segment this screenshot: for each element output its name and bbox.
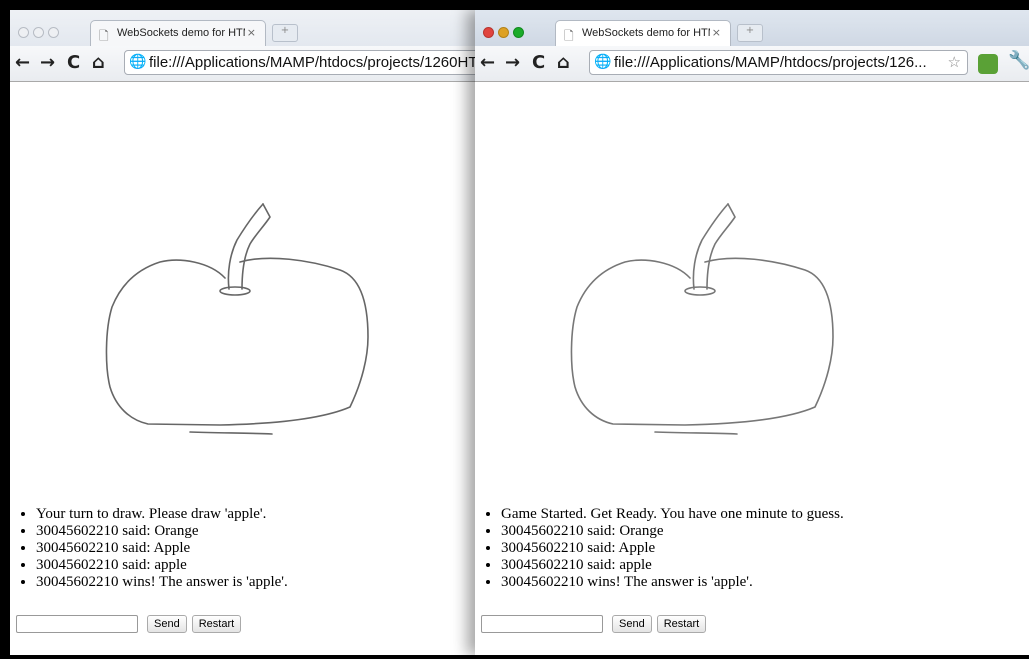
zoom-window-button[interactable] [513,27,524,38]
tab-strip: 🗋 WebSockets demo for HTML5 × + [10,10,475,46]
right-browser-window: 🗋 WebSockets demo for HTML5 × + ← → C ⌂ … [475,10,1029,655]
send-button[interactable]: Send [612,614,652,633]
apple-hole-stroke [219,286,251,296]
browser-tab[interactable]: 🗋 WebSockets demo for HTML5 × [555,20,731,46]
zoom-window-button[interactable] [48,27,59,38]
address-bar[interactable]: 🌐 file:///Applications/MAMP/htdocs/proje… [124,50,475,75]
left-browser-window: 🗋 WebSockets demo for HTML5 × + ← → C ⌂ … [10,10,475,655]
back-arrow-icon[interactable]: ← [480,52,495,73]
new-tab-button[interactable]: + [737,24,763,42]
url-text: file:///Applications/MAMP/htdocs/project… [614,54,927,71]
globe-icon: 🌐 [129,54,147,70]
message-list: Game Started. Get Ready. You have one mi… [475,506,844,591]
minimize-window-button[interactable] [33,27,44,38]
message-input[interactable] [481,614,603,633]
list-item: Game Started. Get Ready. You have one mi… [501,506,844,523]
url-text: file:///Applications/MAMP/htdocs/project… [149,54,475,71]
list-item: 30045602210 said: Orange [501,523,844,540]
drawing-canvas[interactable] [475,82,1029,502]
apple-stem-right-stroke [241,203,271,290]
page-icon: 🗋 [99,29,109,43]
tab-close-icon[interactable]: × [712,26,721,39]
apple-stem-left-stroke [692,203,729,290]
tab-close-icon[interactable]: × [247,26,256,39]
apple-stem-right-stroke [706,203,736,290]
new-tab-button[interactable]: + [272,24,298,42]
page-icon: 🗋 [564,29,574,43]
list-item: 30045602210 said: Apple [36,540,288,557]
drawing-canvas[interactable] [10,82,475,502]
apple-bottom-stroke [654,431,738,435]
list-item: Your turn to draw. Please draw 'apple'. [36,506,288,523]
home-icon[interactable]: ⌂ [92,52,105,73]
home-icon[interactable]: ⌂ [557,52,570,73]
minimize-window-button[interactable] [498,27,509,38]
page-content: Game Started. Get Ready. You have one mi… [475,82,1029,655]
list-item: 30045602210 said: apple [501,557,844,574]
back-arrow-icon[interactable]: ← [15,52,30,73]
restart-button[interactable]: Restart [191,614,242,633]
tab-strip: 🗋 WebSockets demo for HTML5 × + [475,10,1029,46]
browser-toolbar: ← → C ⌂ 🌐 file:///Applications/MAMP/htdo… [475,46,1029,82]
wrench-icon[interactable]: 🔧 [1008,50,1029,71]
list-item: 30045602210 wins! The answer is 'apple'. [501,574,844,591]
list-item: 30045602210 said: Orange [36,523,288,540]
tab-title: WebSockets demo for HTML5 [117,27,245,39]
list-item: 30045602210 said: apple [36,557,288,574]
message-list: Your turn to draw. Please draw 'apple'. … [10,506,288,591]
bookmark-star-icon[interactable]: ☆ [948,53,961,71]
send-button[interactable]: Send [147,614,187,633]
apple-stem-left-stroke [227,203,264,290]
list-item: 30045602210 said: Apple [501,540,844,557]
message-form: Send Restart [16,613,242,633]
forward-arrow-icon[interactable]: → [40,52,55,73]
address-bar[interactable]: 🌐 file:///Applications/MAMP/htdocs/proje… [589,50,968,75]
browser-toolbar: ← → C ⌂ 🌐 file:///Applications/MAMP/htdo… [10,46,475,82]
reload-icon[interactable]: C [67,52,80,73]
message-input[interactable] [16,614,138,633]
extension-icon[interactable] [978,54,998,74]
restart-button[interactable]: Restart [656,614,707,633]
apple-bottom-stroke [189,431,273,435]
apple-hole-stroke [684,286,716,296]
list-item: 30045602210 wins! The answer is 'apple'. [36,574,288,591]
tab-title: WebSockets demo for HTML5 [582,27,710,39]
apple-body-stroke [105,257,369,426]
browser-tab[interactable]: 🗋 WebSockets demo for HTML5 × [90,20,266,46]
page-content: Your turn to draw. Please draw 'apple'. … [10,82,475,655]
forward-arrow-icon[interactable]: → [505,52,520,73]
window-controls [483,23,528,42]
close-window-button[interactable] [18,27,29,38]
message-form: Send Restart [481,613,707,633]
close-window-button[interactable] [483,27,494,38]
reload-icon[interactable]: C [532,52,545,73]
globe-icon: 🌐 [594,54,612,70]
apple-body-stroke [570,257,834,426]
window-controls [18,23,63,42]
